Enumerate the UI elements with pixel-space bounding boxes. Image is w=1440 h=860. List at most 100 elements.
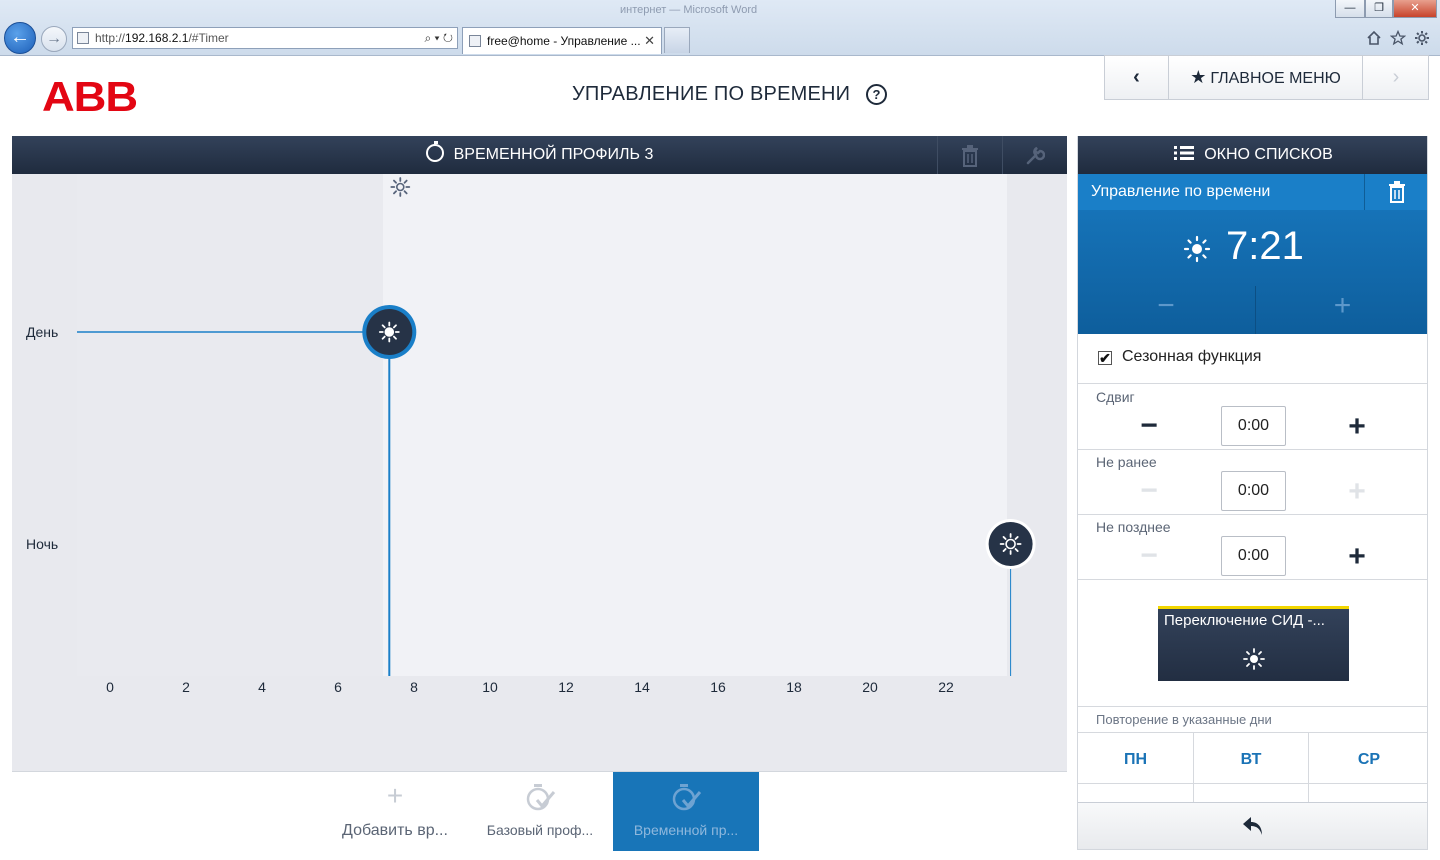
stopwatch-check-icon: [467, 780, 613, 821]
base-profile-label: Базовый проф...: [486, 822, 594, 838]
day-label: ПН: [1123, 751, 1148, 768]
shift-minus-button[interactable]: −: [1136, 411, 1162, 441]
shift-value[interactable]: 0:00: [1221, 406, 1286, 446]
delete-profile-button[interactable]: [937, 136, 1001, 174]
url-host: 192.168.2.1: [125, 31, 189, 45]
tab-close-icon[interactable]: ✕: [644, 28, 655, 54]
divider: [1194, 783, 1308, 784]
address-tools-icon[interactable]: ⌕ ▾ ↻: [424, 28, 453, 48]
x-tick-label: 6: [334, 679, 342, 695]
not-earlier-value[interactable]: 0:00: [1221, 471, 1286, 511]
not-earlier-plus-button[interactable]: +: [1344, 477, 1370, 507]
x-tick-label: 20: [862, 679, 878, 695]
time-increase-button[interactable]: +: [1255, 286, 1427, 334]
y-axis-label: День: [26, 324, 58, 340]
led-switch-card[interactable]: Переключение СИД -...: [1158, 606, 1349, 681]
time-display: 7:21 − +: [1078, 210, 1427, 334]
divider: [1309, 783, 1427, 784]
window-title: интернет — Microsoft Word: [620, 4, 758, 16]
not-later-minus-button[interactable]: −: [1136, 541, 1162, 571]
shift-label: Сдвиг: [1096, 389, 1135, 405]
list-window-title: ОКНО СПИСКОВ: [1204, 146, 1333, 163]
browser-chrome: интернет — Microsoft Word — ❐ ✕ ← → http…: [0, 0, 1440, 56]
minimize-button[interactable]: —: [1335, 0, 1365, 18]
seasonal-function-checkbox[interactable]: ✔: [1098, 351, 1112, 365]
not-earlier-row: Не ранее − 0:00 +: [1078, 450, 1427, 515]
trash-icon: [1389, 180, 1405, 203]
return-arrow-icon: [1243, 817, 1262, 835]
time-profile-label: Временной пр...: [633, 822, 739, 838]
x-tick-label: 10: [482, 679, 498, 695]
site-favicon-icon: [77, 32, 89, 44]
not-later-value[interactable]: 0:00: [1221, 536, 1286, 576]
divider: [1078, 783, 1193, 784]
browser-forward-button[interactable]: →: [41, 26, 67, 52]
delete-item-button[interactable]: [1364, 174, 1427, 210]
timeline-chart[interactable]: День Ночь 0 2 4 6 8 10 12 14 16 18 20 22: [12, 174, 1067, 771]
x-tick-label: 2: [182, 679, 190, 695]
browser-tab[interactable]: free@home - Управление ... ✕: [462, 27, 662, 54]
not-earlier-minus-button[interactable]: −: [1136, 476, 1162, 506]
add-time-profile-label: Добавить вр...: [342, 822, 448, 839]
shift-plus-button[interactable]: +: [1344, 412, 1370, 442]
not-later-plus-button[interactable]: +: [1344, 542, 1370, 572]
url-path: /#Timer: [188, 31, 229, 45]
shift-row: Сдвиг − 0:00 +: [1078, 385, 1427, 450]
settings-wrench-button[interactable]: [1002, 136, 1067, 174]
day-monday-button[interactable]: ПН: [1078, 733, 1194, 803]
profile-header: ВРЕМЕННОЙ ПРОФИЛЬ 3: [12, 136, 1067, 174]
x-tick-label: 14: [634, 679, 650, 695]
return-button[interactable]: [1078, 802, 1427, 849]
main-menu-button[interactable]: ★ ГЛАВНОЕ МЕНЮ: [1169, 56, 1363, 99]
list-window-panel: ОКНО СПИСКОВ Управление по времени 7:21 …: [1077, 136, 1428, 850]
main-menu-label: ГЛАВНОЕ МЕНЮ: [1210, 70, 1341, 87]
x-tick-label: 8: [410, 679, 418, 695]
browser-back-button[interactable]: ←: [4, 22, 36, 54]
selected-event-marker[interactable]: [362, 305, 417, 359]
time-decrease-button[interactable]: −: [1078, 286, 1254, 334]
event-marker[interactable]: [985, 519, 1036, 569]
repeat-days-label: Повторение в указанные дни: [1096, 712, 1272, 727]
event-marker-body: [988, 522, 1033, 566]
seasonal-function-label: Сезонная функция: [1122, 348, 1262, 365]
day-tuesday-button[interactable]: ВТ: [1194, 733, 1309, 803]
add-time-profile-button[interactable]: + Добавить вр...: [322, 772, 468, 851]
day-label: СР: [1357, 751, 1381, 768]
x-tick-label: 4: [258, 679, 266, 695]
plus-icon: +: [386, 780, 404, 811]
favorites-star-icon[interactable]: [1390, 30, 1406, 46]
url-prefix: http://: [95, 31, 126, 45]
page-title: УПРАВЛЕНИЕ ПО ВРЕМЕНИ: [572, 83, 851, 105]
tab-title: free@home - Управление ...: [487, 34, 641, 48]
address-bar[interactable]: http://192.168.2.1/#Timer ⌕ ▾ ↻: [72, 27, 458, 49]
day-label: ВТ: [1240, 751, 1262, 768]
base-profile-button[interactable]: Базовый проф...: [467, 772, 613, 851]
maximize-button[interactable]: ❐: [1365, 0, 1393, 18]
nav-forward-button[interactable]: ›: [1363, 56, 1429, 99]
sun-icon: [1183, 235, 1211, 263]
not-earlier-label: Не ранее: [1096, 454, 1157, 470]
not-later-label: Не позднее: [1096, 519, 1171, 535]
help-icon[interactable]: ?: [866, 84, 887, 105]
star-icon: ★: [1190, 67, 1207, 87]
profile-title-text: ВРЕМЕННОЙ ПРОФИЛЬ 3: [453, 146, 654, 163]
profile-bottom-bar: + Добавить вр... Базовый проф... Временн…: [12, 771, 1067, 851]
new-tab-button[interactable]: [664, 27, 690, 53]
close-window-button[interactable]: ✕: [1393, 0, 1437, 18]
list-window-header: ОКНО СПИСКОВ: [1078, 136, 1427, 174]
abb-logo: ABB: [42, 73, 138, 120]
top-navigation: ‹ ★ ГЛАВНОЕ МЕНЮ ›: [1104, 55, 1429, 100]
home-icon[interactable]: [1366, 30, 1382, 46]
x-tick-label: 0: [106, 679, 114, 695]
time-value: 7:21: [1226, 224, 1304, 268]
seasonal-function-row[interactable]: ✔ Сезонная функция: [1078, 334, 1427, 384]
plot-elapsed-band: [77, 174, 383, 676]
stopwatch-check-icon: [613, 780, 759, 821]
gear-icon[interactable]: [1414, 30, 1430, 46]
time-profile-button[interactable]: Временной пр...: [613, 772, 759, 851]
x-tick-label: 18: [786, 679, 802, 695]
nav-back-button[interactable]: ‹: [1105, 56, 1169, 99]
stopwatch-icon: [425, 141, 444, 162]
list-icon: [1174, 146, 1195, 160]
day-wednesday-button[interactable]: СР: [1309, 733, 1427, 803]
